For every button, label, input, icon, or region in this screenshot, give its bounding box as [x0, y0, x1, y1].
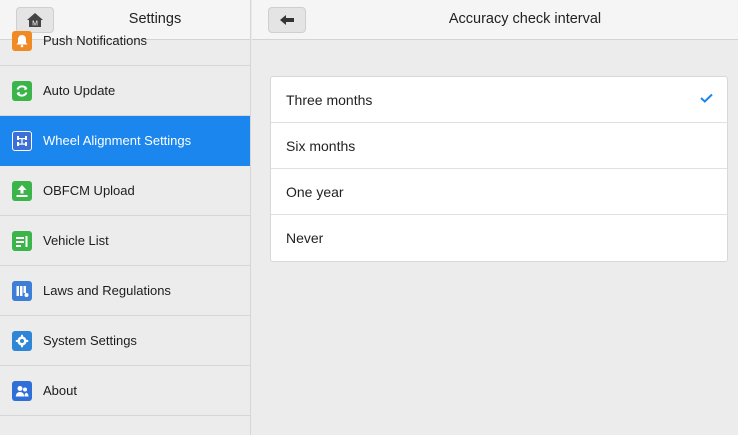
sidebar-item-laws-and-regulations[interactable]: Laws and Regulations [0, 266, 250, 316]
sidebar-item-about[interactable]: About [0, 366, 250, 416]
option-six-months[interactable]: Six months [271, 123, 727, 169]
sidebar-item-label: Wheel Alignment Settings [43, 133, 192, 148]
page-title: Accuracy check interval [448, 11, 602, 27]
sidebar-item-wheel-alignment-settings[interactable]: Wheel Alignment Settings [0, 116, 250, 166]
back-button[interactable] [268, 7, 306, 33]
people-icon [12, 380, 32, 401]
interval-option-list: Three months Six months One year Never [270, 76, 728, 262]
sidebar-item-auto-update[interactable]: Auto Update [0, 66, 250, 116]
sidebar-item-label: Vehicle List [43, 233, 109, 248]
books-icon [12, 280, 32, 301]
sidebar-item-label: Push Notifications [43, 33, 148, 48]
option-one-year[interactable]: One year [271, 169, 727, 215]
option-three-months[interactable]: Three months [271, 77, 727, 123]
sidebar-item-push-notifications[interactable]: Push Notifications [0, 16, 250, 66]
sidebar-item-label: Laws and Regulations [43, 283, 171, 298]
vehicle-list-icon [12, 230, 32, 251]
checkmark-icon [700, 93, 713, 103]
sidebar-item-label: System Settings [43, 333, 137, 348]
settings-sidebar: M Settings Push Notifications Auto Updat… [0, 0, 251, 435]
gear-icon [12, 330, 32, 351]
sidebar-item-label: Auto Update [43, 83, 116, 98]
alignment-icon [12, 130, 32, 151]
sidebar-item-label: OBFCM Upload [43, 183, 135, 198]
refresh-icon [12, 80, 32, 101]
sidebar-item-label: About [43, 383, 77, 398]
option-label: Three months [286, 91, 373, 108]
option-label: Six months [286, 137, 356, 154]
detail-panel: Accuracy check interval Three months Six… [252, 0, 738, 435]
upload-icon [12, 180, 32, 201]
option-never[interactable]: Never [271, 215, 727, 261]
bell-icon [12, 30, 32, 51]
option-label: Never [286, 230, 324, 246]
arrow-left-icon [280, 15, 294, 25]
sidebar-menu: Push Notifications Auto Update Wheel Ali… [0, 30, 250, 416]
sidebar-item-vehicle-list[interactable]: Vehicle List [0, 216, 250, 266]
sidebar-item-obfcm-upload[interactable]: OBFCM Upload [0, 166, 250, 216]
sidebar-item-system-settings[interactable]: System Settings [0, 316, 250, 366]
option-label: One year [286, 183, 344, 200]
detail-header: Accuracy check interval [252, 0, 738, 40]
